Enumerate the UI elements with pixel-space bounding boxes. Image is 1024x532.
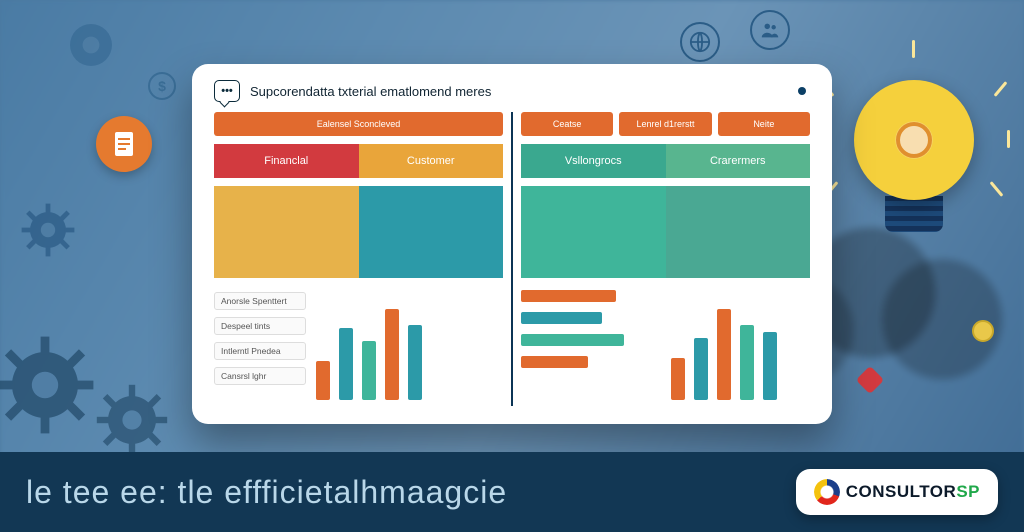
block-amber xyxy=(214,186,359,278)
block-green2 xyxy=(666,186,811,278)
bar xyxy=(408,325,422,400)
banner-chip: Ealensel Sconcleved xyxy=(214,112,503,136)
bar xyxy=(362,341,376,400)
perspective-financial: Financlal xyxy=(214,144,359,178)
banner-right: Ceatse Lenrel d1rerstt Neite xyxy=(521,112,810,136)
gear-icon xyxy=(0,330,100,440)
coin-icon xyxy=(972,320,994,342)
document-icon xyxy=(96,116,152,172)
caption-strip: le tee ee: tle effficietalhmaagcie CONSU… xyxy=(0,452,1024,532)
scorecard-panel: ••• Supcorendatta txterial ematlomend me… xyxy=(192,64,832,424)
chat-icon: ••• xyxy=(214,80,240,102)
gear-icon xyxy=(56,10,126,80)
people-icon xyxy=(750,10,790,50)
progress-bar xyxy=(521,356,588,368)
bar-chart-left xyxy=(316,286,503,406)
perspectives-left: Financlal Customer xyxy=(214,144,503,178)
panel-title: Supcorendatta txterial ematlomend meres xyxy=(250,84,491,99)
progress-bar xyxy=(521,290,616,302)
bottom-right xyxy=(521,286,810,406)
color-row-left xyxy=(214,186,503,278)
banner-chip: Ceatse xyxy=(521,112,613,136)
legend-item: Despeel tints xyxy=(214,317,306,335)
gear-icon xyxy=(92,380,172,460)
globe-icon xyxy=(680,22,720,62)
bar xyxy=(717,309,731,400)
brand-name: CONSULTOR xyxy=(846,482,957,501)
perspective-customer: Customer xyxy=(359,144,504,178)
legend-item: Intlerntl Pnedea xyxy=(214,342,306,360)
perspective-vision: Vsllongrocs xyxy=(521,144,666,178)
gear-icon xyxy=(18,200,78,260)
progress-column xyxy=(521,286,661,406)
brand-suffix: SP xyxy=(956,482,980,501)
bar xyxy=(316,361,330,400)
block-teal xyxy=(359,186,504,278)
panel-header: ••• Supcorendatta txterial ematlomend me… xyxy=(214,80,810,102)
bar xyxy=(671,358,685,400)
brand-text: CONSULTORSP xyxy=(846,482,980,502)
panel-grid: Ealensel Sconcleved Ceatse Lenrel d1rers… xyxy=(214,112,810,406)
progress-bar xyxy=(521,312,602,324)
color-row-right xyxy=(521,186,810,278)
bar xyxy=(694,338,708,400)
banner-left: Ealensel Sconcleved xyxy=(214,112,503,136)
bar xyxy=(763,332,777,400)
banner-chip: Neite xyxy=(718,112,810,136)
bottom-left: Anorsle Spenttert Despeel tints Intlernt… xyxy=(214,286,503,406)
bar xyxy=(339,328,353,400)
perspective-crarer: Crarermers xyxy=(666,144,811,178)
bar xyxy=(385,309,399,400)
bar-chart-right xyxy=(671,286,811,406)
brand-badge: CONSULTORSP xyxy=(796,469,998,515)
legend-item: Cansrsl lghr xyxy=(214,367,306,385)
lightbulb-icon xyxy=(844,60,984,260)
legend-item: Anorsle Spenttert xyxy=(214,292,306,310)
block-green xyxy=(521,186,666,278)
indicator-dot xyxy=(798,87,806,95)
brand-swirl-icon xyxy=(814,479,840,505)
progress-bar xyxy=(521,334,624,346)
bar xyxy=(740,325,754,400)
perspectives-right: Vsllongrocs Crarermers xyxy=(521,144,810,178)
banner-chip: Lenrel d1rerstt xyxy=(619,112,711,136)
dollar-icon: $ xyxy=(148,72,176,100)
caption-text: le tee ee: tle effficietalhmaagcie xyxy=(26,474,507,511)
legend: Anorsle Spenttert Despeel tints Intlernt… xyxy=(214,286,306,406)
